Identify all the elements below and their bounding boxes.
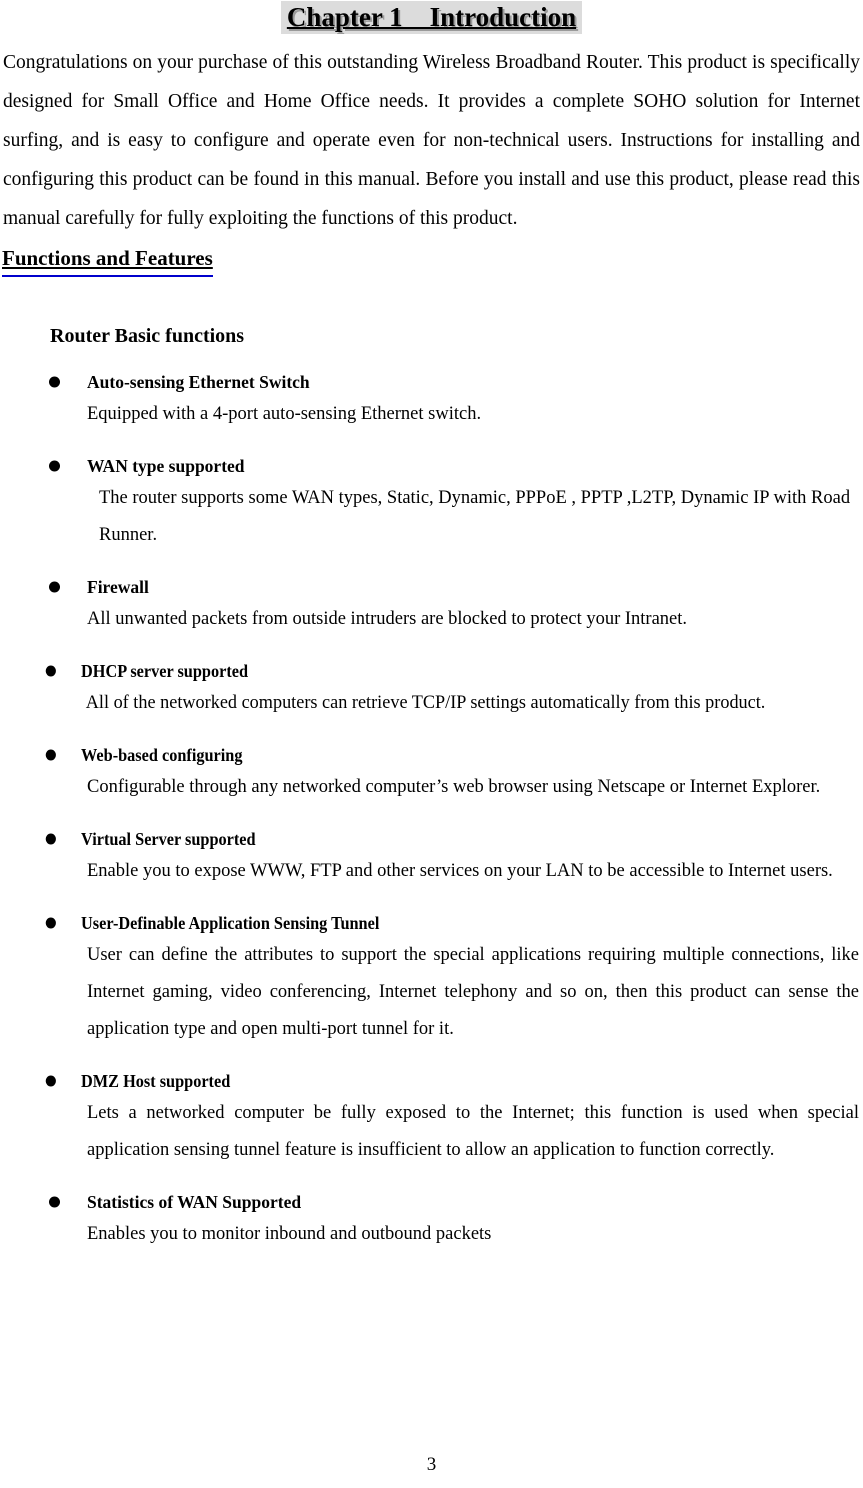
list-item: WAN type supported The router supports s… [2,454,861,554]
bullet-icon [49,460,60,472]
feature-title-label: Web-based configuring [81,745,243,765]
feature-title-label: DHCP server supported [81,661,249,681]
list-item: Statistics of WAN Supported Enables you … [2,1190,861,1253]
feature-title: DHCP server supported [2,659,801,683]
bullet-icon [49,581,60,593]
list-item: DHCP server supported All of the network… [2,659,861,722]
feature-description: All unwanted packets from outside intrud… [87,609,688,629]
list-item: Auto-sensing Ethernet Switch Equipped wi… [2,370,861,433]
feature-title-label: User-Definable Application Sensing Tunne… [81,913,380,933]
bullet-icon [45,665,56,677]
feature-list: Auto-sensing Ethernet Switch Equipped wi… [2,370,861,1253]
intro-paragraph: Congratulations on your purchase of this… [3,52,860,229]
page-title: Chapter 1 Introduction [280,1,583,34]
feature-title: DMZ Host supported [2,1069,801,1093]
feature-title: Virtual Server supported [2,827,801,851]
bullet-icon [45,917,56,929]
feature-title-label: Auto-sensing Ethernet Switch [87,372,310,392]
feature-title: WAN type supported [2,454,861,478]
feature-description: All of the networked computers can retri… [85,693,766,713]
feature-title: Web-based configuring [2,743,801,767]
feature-description: Lets a networked computer be fully expos… [87,1103,859,1160]
chapter-title-row: Chapter 1 Introduction [2,0,861,35]
feature-title-label: Statistics of WAN Supported [87,1192,302,1212]
page-number: 3 [426,1454,437,1475]
document-page: Chapter 1 Introduction Congratulations o… [0,0,863,1488]
list-item: Firewall All unwanted packets from outsi… [2,575,861,638]
feature-description: Equipped with a 4-port auto-sensing Ethe… [87,404,482,424]
list-item: DMZ Host supported Lets a networked comp… [2,1069,861,1169]
feature-description: Configurable through any networked compu… [87,777,821,797]
bullet-icon [45,749,56,761]
section-heading-label: Functions and Features [2,242,213,277]
feature-title-label: DMZ Host supported [81,1071,231,1091]
feature-title-label: Virtual Server supported [81,829,256,849]
feature-description: User can define the attributes to suppor… [87,945,859,1039]
feature-title: User-Definable Application Sensing Tunne… [2,911,801,935]
feature-title: Statistics of WAN Supported [2,1190,861,1214]
feature-title: Firewall [2,575,861,599]
list-item: Web-based configuring Configurable throu… [2,743,861,806]
bullet-icon [45,1075,56,1087]
section-heading: Functions and Features [2,242,861,277]
feature-description: The router supports some WAN types, Stat… [99,488,851,545]
list-item: User-Definable Application Sensing Tunne… [2,911,861,1048]
feature-title-label: Firewall [87,577,149,597]
bullet-icon [49,1196,60,1208]
list-item: Virtual Server supported Enable you to e… [2,827,861,890]
feature-description: Enables you to monitor inbound and outbo… [87,1224,492,1244]
bullet-icon [45,833,56,845]
feature-title: Auto-sensing Ethernet Switch [2,370,861,394]
sub-heading-router-basic-functions: Router Basic functions [50,325,245,347]
feature-title-label: WAN type supported [87,456,245,476]
bullet-icon [49,376,60,388]
feature-description: Enable you to expose WWW, FTP and other … [87,861,833,881]
